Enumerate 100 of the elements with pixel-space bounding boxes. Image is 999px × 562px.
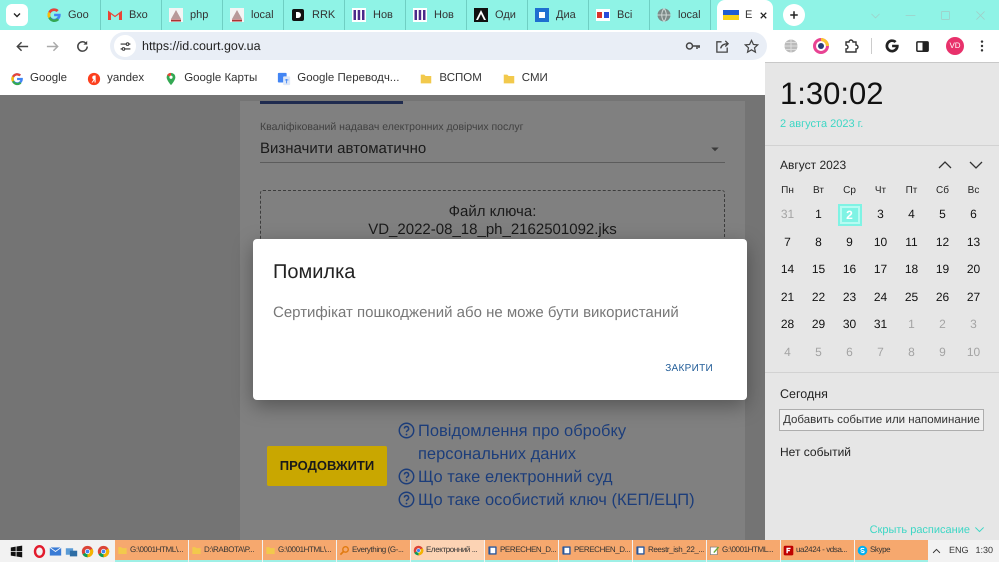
bookmark-link[interactable]: yandex — [87, 70, 144, 88]
calendar-day[interactable]: 28 — [776, 313, 800, 336]
calendar-day[interactable]: 22 — [806, 286, 830, 308]
folder-icon — [117, 544, 128, 556]
side-panel-icon[interactable] — [914, 38, 930, 54]
opera-icon[interactable] — [33, 544, 46, 558]
calendar-day[interactable]: 25 — [900, 286, 924, 308]
site-settings-icon[interactable] — [118, 40, 132, 52]
bars-logo-icon — [412, 7, 428, 23]
dialog-message: Сертифікат пошкоджений або не може бути використаний — [273, 303, 680, 323]
calendar-day[interactable]: 6 — [962, 203, 986, 226]
calendar-day[interactable]: 15 — [806, 258, 830, 280]
taskbar-item[interactable]: ua2424 - vdsa... — [781, 540, 854, 562]
calendar-day[interactable]: 21 — [776, 286, 800, 308]
calendar-day[interactable]: 24 — [868, 286, 892, 308]
clock-time: 1:30:02 — [780, 78, 884, 109]
taskbar-item[interactable]: D:\RABOTA\P... — [189, 540, 262, 562]
calendar-day[interactable]: 16 — [838, 258, 862, 280]
taskbar-item[interactable]: Everything (G-... — [337, 540, 410, 562]
taskbar-item[interactable]: G:\0001HTML\... — [263, 540, 336, 562]
field-label: Кваліфікований надавач електронних довірчих послуг — [260, 120, 524, 135]
taskbar-item[interactable]: G:\0001HTML\... — [115, 540, 188, 562]
taskbar-item[interactable]: Reestr_ish_22_... — [633, 540, 706, 562]
calendar-day[interactable]: 29 — [806, 313, 830, 336]
calendar-day[interactable]: 5 — [930, 203, 954, 226]
agenda-title: Сегодня — [780, 386, 828, 402]
calendar-day[interactable]: 10 — [868, 230, 892, 253]
star-icon[interactable] — [744, 38, 759, 54]
search-icon — [339, 544, 350, 556]
tray-clock[interactable]: 1:30 — [975, 544, 993, 558]
weekday-label: Чт — [874, 184, 888, 198]
browser-tab[interactable]: E — [717, 0, 773, 30]
tab-search-button[interactable] — [6, 4, 28, 26]
puzzle-icon[interactable] — [843, 38, 859, 54]
globe-icon — [656, 7, 672, 23]
bookmark-link[interactable]: Google — [10, 70, 68, 88]
color-ring-icon[interactable] — [813, 38, 829, 54]
taskbar-item[interactable]: Skype — [855, 540, 928, 562]
taskbar-item[interactable]: Електронний ... — [411, 540, 484, 562]
skype-icon — [857, 544, 868, 556]
calendar-day[interactable]: 9 — [838, 230, 862, 253]
google-icon — [10, 72, 24, 86]
bookmark-link[interactable]: ВСПОМ — [419, 70, 482, 88]
calendar-day[interactable]: 19 — [930, 258, 954, 280]
weekday-label: Сб — [935, 184, 950, 198]
calendar-day[interactable]: 7 — [776, 230, 800, 253]
g-logo-icon[interactable] — [884, 38, 900, 54]
url-text: https://id.court.gov.ua — [142, 38, 262, 55]
map-pin-icon — [164, 72, 178, 86]
calendar-day[interactable]: 14 — [776, 258, 800, 280]
add-event-button[interactable]: Добавить событие или напоминание — [779, 409, 984, 432]
month-title[interactable]: Август 2023 — [780, 156, 846, 174]
bookmark-link[interactable]: Google Карты — [164, 70, 258, 88]
calendar-day[interactable]: 30 — [838, 313, 862, 336]
calendar-day[interactable]: 11 — [900, 230, 924, 253]
bookmark-link[interactable]: СМИ — [502, 70, 548, 88]
notepad-icon — [709, 544, 720, 556]
language-indicator[interactable]: ENG — [948, 544, 968, 558]
square-logo-icon — [290, 7, 306, 23]
calendar-day[interactable]: 31 — [868, 313, 892, 336]
chrome-icon[interactable] — [81, 544, 94, 558]
profile-avatar[interactable]: VD — [946, 37, 964, 55]
calendar-day[interactable]: 17 — [868, 258, 892, 280]
taskbar-item[interactable]: G:\0001HTML... — [707, 540, 780, 562]
continue-button[interactable]: ПРОДОВЖИТИ — [267, 446, 387, 486]
bookmark-link[interactable]: Google Переводч... — [277, 70, 400, 88]
new-tab-button[interactable] — [783, 4, 805, 26]
calendar-day[interactable]: 23 — [838, 286, 862, 308]
chrome-icon[interactable] — [97, 544, 110, 558]
calendar-day[interactable]: 1 — [806, 203, 830, 226]
mail-icon[interactable] — [49, 544, 62, 558]
taskbar-item[interactable]: PERECHEN_D... — [559, 540, 632, 562]
file-name: VD_2022-08_18_ph_2162501092.jks — [368, 220, 617, 239]
calendar-day[interactable]: 4 — [900, 203, 924, 226]
calendar-day[interactable]: 3 — [868, 203, 892, 226]
close-button[interactable]: ЗАКРИТИ — [661, 358, 717, 378]
calendar-day[interactable]: 8 — [806, 230, 830, 253]
taskbar-item[interactable]: PERECHEN_D... — [485, 540, 558, 562]
document-icon — [635, 544, 646, 556]
square-logo-icon — [595, 7, 611, 23]
calendar-day[interactable]: 12 — [930, 230, 954, 253]
file-label: Файл ключа: — [448, 202, 536, 221]
plus-icon — [788, 9, 800, 21]
close-icon[interactable] — [758, 10, 770, 20]
windows-logo-icon[interactable] — [10, 544, 22, 558]
calendar-day[interactable]: 27 — [962, 286, 986, 308]
calendar-day[interactable]: 20 — [962, 258, 986, 280]
calendar-day[interactable]: 13 — [962, 230, 986, 253]
triangle-logo-icon — [168, 7, 184, 23]
calendar-day[interactable]: 18 — [900, 258, 924, 280]
weekday-label: Вт — [812, 184, 825, 198]
folder-icon — [265, 544, 276, 556]
calendar-day[interactable]: 26 — [930, 286, 954, 308]
provider-select[interactable]: Визначити автоматично — [260, 136, 725, 163]
address-bar[interactable]: https://id.court.gov.ua — [110, 32, 767, 60]
weekday-label: Вс — [966, 184, 980, 198]
square-logo-icon — [473, 7, 489, 23]
help-icon — [398, 422, 415, 439]
chrome-icon — [413, 544, 424, 556]
share-icon[interactable] — [715, 38, 730, 54]
